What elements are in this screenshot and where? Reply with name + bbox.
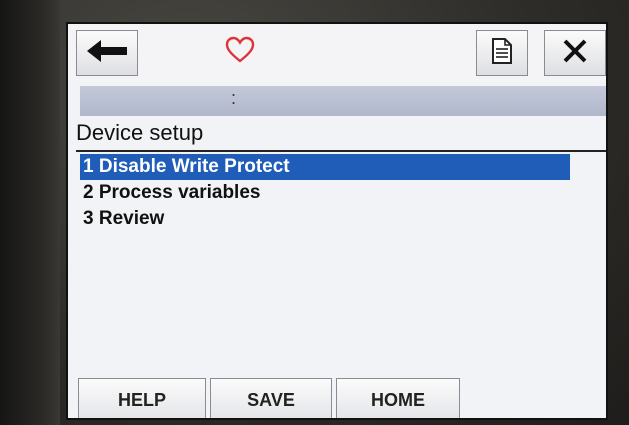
- top-toolbar: [68, 24, 606, 82]
- close-button[interactable]: [544, 30, 606, 76]
- favorite-button[interactable]: [220, 34, 260, 70]
- document-icon: [491, 37, 513, 70]
- menu-item-process-variables[interactable]: 2 Process variables: [80, 180, 570, 206]
- menu-list: 1 Disable Write Protect 2 Process variab…: [80, 154, 570, 232]
- softkey-bar: HELP SAVE HOME: [68, 376, 606, 418]
- title-divider: [76, 150, 606, 152]
- bezel-edge: [0, 0, 60, 425]
- heart-icon: [225, 36, 255, 69]
- close-icon: [561, 37, 589, 70]
- menu-item-disable-write-protect[interactable]: 1 Disable Write Protect: [80, 154, 570, 180]
- page-title: Device setup: [76, 120, 204, 145]
- lcd-screen: : Device setup 1 Disable Write Protect 2…: [66, 22, 608, 420]
- left-arrow-icon: [85, 38, 129, 69]
- status-strip: :: [80, 86, 606, 116]
- status-text: :: [231, 88, 237, 108]
- document-button[interactable]: [476, 30, 528, 76]
- menu-item-review[interactable]: 3 Review: [80, 206, 570, 232]
- back-button[interactable]: [76, 30, 138, 76]
- save-button[interactable]: SAVE: [210, 378, 332, 418]
- home-button[interactable]: HOME: [336, 378, 460, 418]
- help-button[interactable]: HELP: [78, 378, 206, 418]
